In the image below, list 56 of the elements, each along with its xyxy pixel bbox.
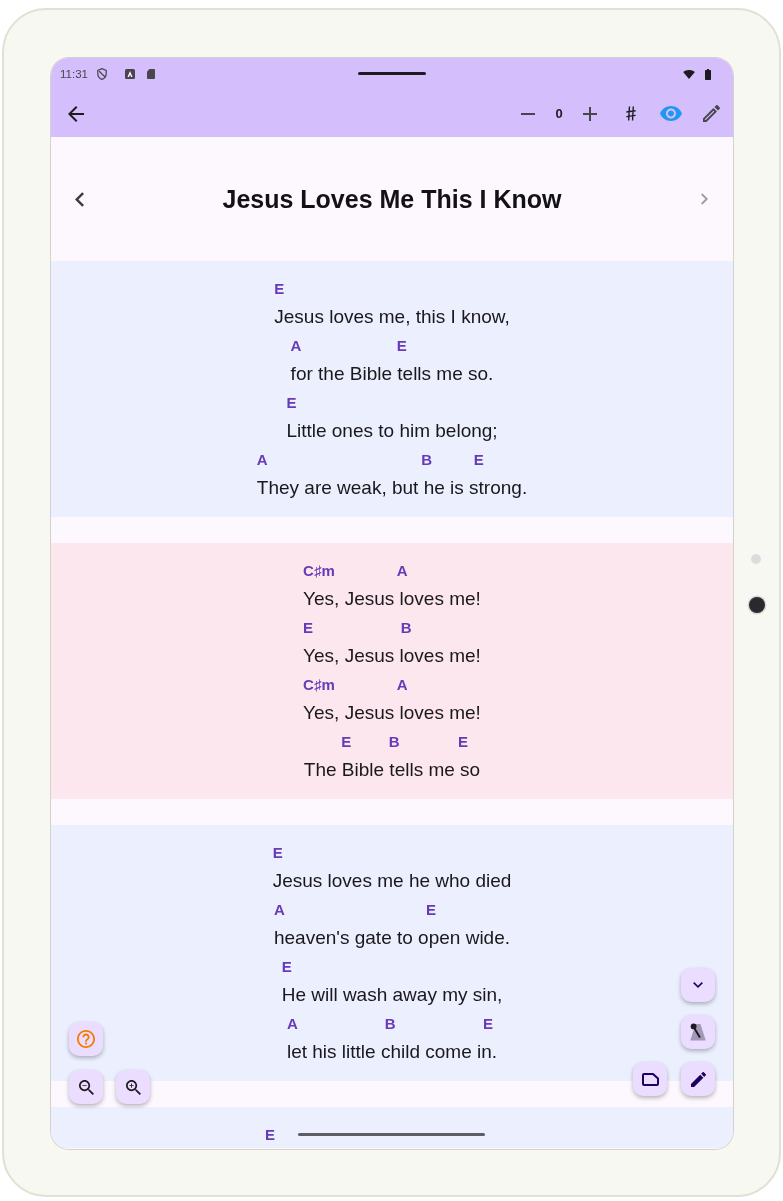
edit-button[interactable] [681,1062,715,1096]
battery-icon [705,68,711,80]
chord-line: A E [274,900,436,920]
chevron-right-icon [701,193,709,205]
chevron-down-icon [693,982,703,988]
chord-line: E [286,393,297,413]
status-bar-pill [358,72,426,75]
pencil-icon [702,105,720,122]
metronome-icon [689,1023,707,1041]
plus-icon [583,106,597,121]
status-time: 11:31 [60,68,88,80]
lyric-line: Jesus loves me, this I know, [274,305,510,329]
help-icon [77,1030,95,1048]
chord-line: A B E [286,1014,494,1034]
back-arrow-icon [68,105,84,122]
chord-line: E B E [340,732,468,752]
app-badge-icon [124,69,135,79]
chevron-left-icon [74,191,84,207]
zoom-out-button[interactable] [69,1070,103,1104]
lyric-line: Yes, Jesus loves me! [303,701,481,725]
lyric-line: Little ones to him belong; [286,419,498,443]
camera-icon [749,597,765,613]
lyric-line: for the Bible tells me so. [290,362,494,386]
lyric-line: They are weak, but he is strong. [256,476,528,500]
shield-icon [96,68,107,80]
chord-line: E [272,843,283,863]
chord-line: C♯m A [303,675,408,695]
scroll-down-button[interactable] [681,968,715,1002]
chord-line: E [274,279,285,299]
zoom-in-button[interactable] [116,1070,150,1104]
lyric-line: The Bible tells me so [303,758,481,782]
chord-line: E [281,957,292,977]
pencil-icon [690,1071,706,1087]
transpose-value: 0 [554,106,564,121]
chord-line: A E [290,336,407,356]
sharp-icon [626,106,636,121]
chord-line: E [265,1125,275,1145]
sd-card-icon [146,69,155,79]
song-title: Jesus Loves Me This I Know [222,184,562,214]
chord-line: E B [303,618,412,638]
lyric-line: heaven's gate to open wide. [274,926,510,950]
lyric-line: Yes, Jesus loves me! [303,644,481,668]
lyric-line: Yes, Jesus loves me! [303,587,481,611]
lyric-line: let his little child come in. [286,1040,498,1064]
chord-line: C♯m A [303,561,408,581]
chord-line: A B E [256,450,484,470]
zoom-out-icon [78,1079,94,1095]
zoom-in-icon [125,1079,141,1095]
minus-icon [521,112,535,115]
lyric-line: He will wash away my sin, [281,983,503,1007]
wifi-icon [683,69,695,79]
tag-icon [641,1072,659,1086]
sensor-dot-icon [751,554,761,564]
lyric-line: Jesus loves me he who died [272,869,512,893]
metronome-button[interactable] [681,1015,715,1049]
tag-button[interactable] [633,1062,667,1096]
